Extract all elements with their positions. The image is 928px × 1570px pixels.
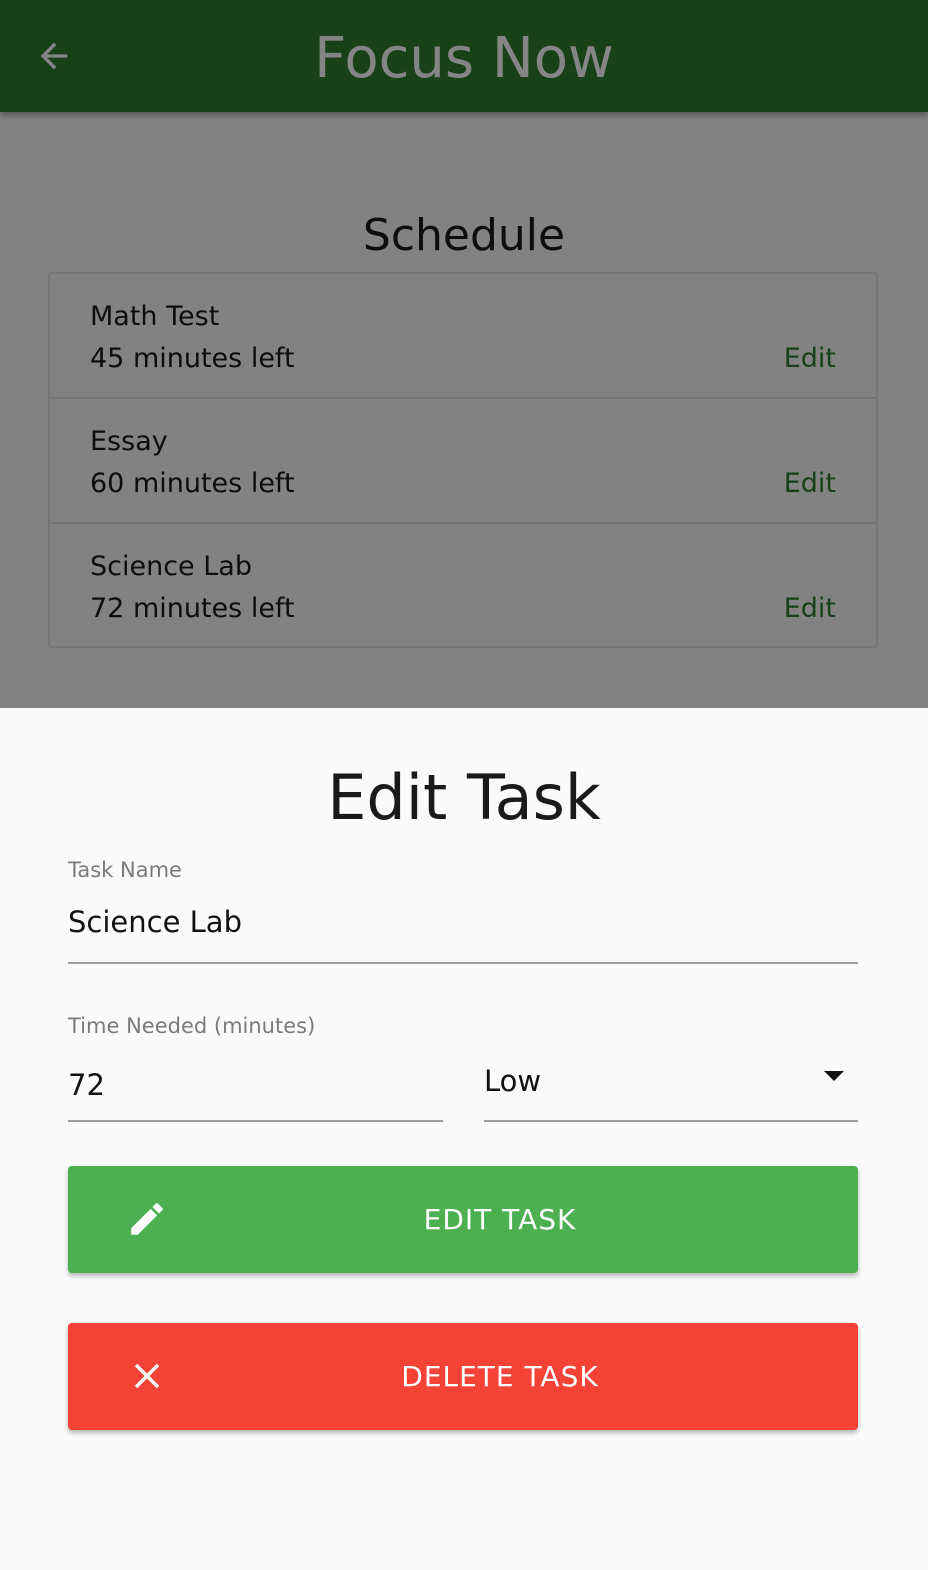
priority-select[interactable]: Low [484,1061,858,1122]
time-needed-label: Time Needed (minutes) [68,1014,316,1038]
task-name-field: Task Name [68,856,858,964]
delete-task-button[interactable]: DELETE TASK [68,1323,858,1430]
time-needed-input[interactable] [68,1065,443,1105]
edit-task-button-label: EDIT TASK [423,1203,577,1236]
app-screen: Focus Now Schedule Math Test 45 minutes … [0,0,928,1570]
delete-task-button-label: DELETE TASK [401,1360,599,1393]
edit-task-sheet: Edit Task Task Name Time Needed (minutes… [0,708,928,1570]
task-name-input[interactable] [68,902,858,942]
time-needed-field: Time Needed (minutes) [68,1012,443,1122]
priority-selected-value: Low [484,1064,542,1098]
modal-scrim[interactable] [0,0,928,708]
edit-task-button[interactable]: EDIT TASK [68,1166,858,1273]
dropdown-arrow-icon [824,1071,844,1081]
task-name-label: Task Name [68,858,182,882]
sheet-title: Edit Task [327,761,601,834]
